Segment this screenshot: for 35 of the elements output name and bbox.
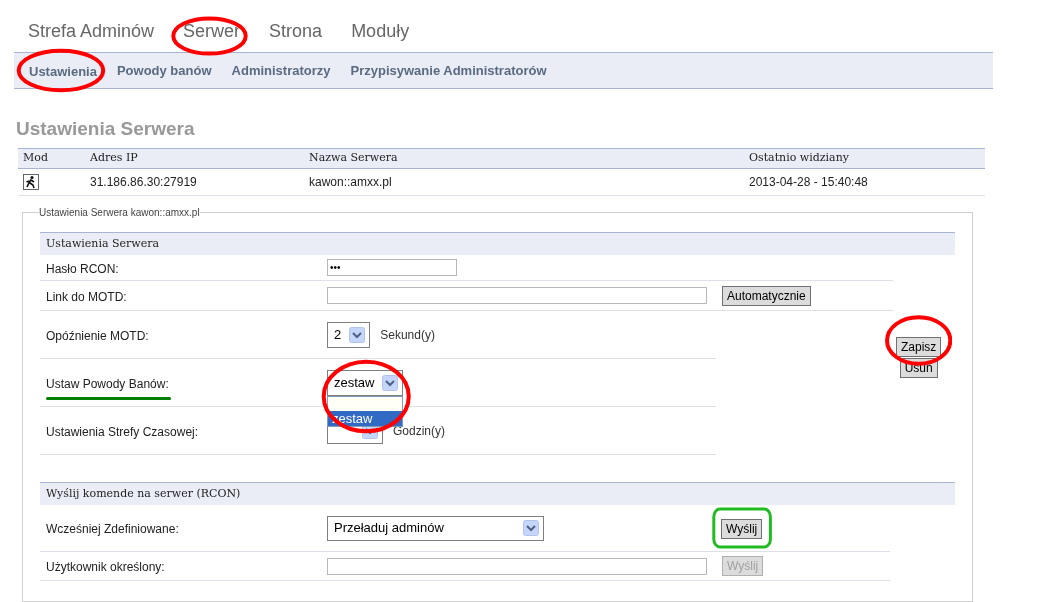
column-header: Adres IP: [89, 150, 139, 167]
field-label: Ustaw Powody Banów:: [46, 376, 169, 391]
nav-tab[interactable]: Strefa Adminów: [28, 18, 155, 52]
column-header: Ostatnio widziany: [748, 150, 849, 167]
nav-tab[interactable]: Strona: [269, 18, 323, 52]
form-button[interactable]: Wyślij: [721, 519, 763, 539]
page-title: Ustawienia Serwera: [16, 119, 196, 138]
select-field[interactable]: Przeładuj adminów: [327, 515, 544, 541]
password-field[interactable]: •••: [327, 259, 457, 276]
select-field[interactable]: zestaw: [327, 369, 404, 396]
select-field[interactable]: 2: [327, 321, 371, 348]
field-label: Użytkownik określony:: [46, 560, 165, 574]
field-label: Link do MOTD:: [46, 289, 127, 304]
table-cell-text: kawon::amxx.pl: [308, 174, 393, 191]
text-field[interactable]: [327, 287, 707, 304]
field-label: Ustawienia Strefy Czasowej:: [46, 424, 199, 439]
subnav-tab[interactable]: Przypisywanie Administratorów: [350, 60, 547, 81]
section-header: Ustawienia Serwera: [40, 232, 955, 255]
field-label: Hasło RCON:: [46, 261, 119, 276]
table-cell-text: 2013-04-28 - 15:40:48: [748, 174, 868, 191]
table-cell-text: 31.186.86.30:27919: [89, 174, 198, 191]
running-figure-icon: [23, 174, 39, 190]
text-field[interactable]: [327, 557, 707, 575]
subnav-tab[interactable]: Administratorzy: [231, 60, 331, 81]
column-header: Nazwa Serwera: [308, 150, 399, 167]
form-button[interactable]: Zapisz: [896, 337, 942, 357]
field-label: Opóźnienie MOTD:: [46, 328, 149, 343]
nav-tab[interactable]: Moduły: [351, 18, 410, 52]
field-label: Wcześniej Zdefiniowane:: [46, 522, 179, 536]
fieldset-legend: Ustawienia Serwera kawon::amxx.pl: [39, 205, 200, 220]
unit-label: Sekund(y): [380, 326, 435, 344]
section-header: Wyślij komende na serwer (RCON): [40, 482, 955, 505]
subnav-tab[interactable]: Powody banów: [116, 60, 212, 81]
column-header: Mod: [22, 150, 49, 167]
form-button[interactable]: Automatycznie: [722, 285, 811, 306]
